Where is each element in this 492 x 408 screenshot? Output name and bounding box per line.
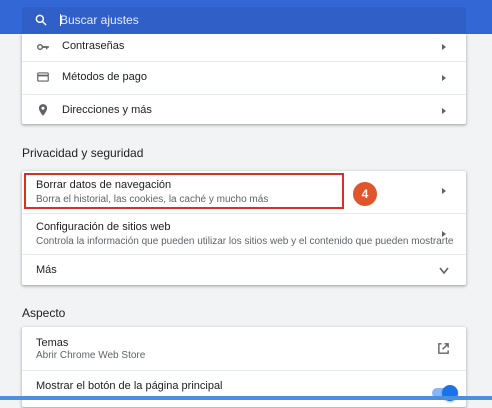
row-label: Temas bbox=[36, 337, 69, 349]
row-label: Más bbox=[36, 264, 57, 276]
arrow-right-icon[interactable] bbox=[442, 231, 446, 237]
row-addresses[interactable]: Direcciones y más bbox=[22, 94, 466, 125]
row-clear-browsing-data[interactable]: Borrar datos de navegación Borra el hist… bbox=[22, 171, 466, 212]
privacy-card: Borrar datos de navegación Borra el hist… bbox=[22, 171, 466, 285]
step-badge: 4 bbox=[353, 182, 377, 206]
search-icon[interactable] bbox=[34, 13, 48, 27]
arrow-right-icon[interactable] bbox=[442, 188, 446, 194]
row-label: Mostrar el botón de la página principal bbox=[36, 380, 223, 392]
section-title-appearance: Aspecto bbox=[22, 306, 66, 320]
row-payment-methods[interactable]: Métodos de pago bbox=[22, 61, 466, 93]
row-label: Direcciones y más bbox=[62, 104, 152, 116]
highlight-box bbox=[24, 173, 344, 209]
arrow-right-icon[interactable] bbox=[442, 108, 446, 114]
row-label: Contraseñas bbox=[62, 40, 125, 52]
text-cursor bbox=[60, 14, 61, 26]
location-pin-icon bbox=[38, 104, 48, 116]
row-label: Métodos de pago bbox=[62, 71, 148, 83]
row-passwords[interactable]: Contraseñas bbox=[22, 34, 466, 59]
row-sublabel: Abrir Chrome Web Store bbox=[36, 350, 146, 361]
credit-card-icon bbox=[37, 72, 49, 82]
arrow-right-icon[interactable] bbox=[442, 75, 446, 81]
row-show-home-button[interactable]: Mostrar el botón de la página principal bbox=[22, 370, 466, 408]
external-link-icon[interactable] bbox=[437, 342, 450, 355]
arrow-right-icon[interactable] bbox=[442, 44, 446, 50]
settings-header bbox=[0, 0, 492, 34]
row-site-settings[interactable]: Configuración de sitios web Controla la … bbox=[22, 213, 466, 254]
row-label: Configuración de sitios web bbox=[36, 221, 171, 233]
autofill-card: Contraseñas Métodos de pago Direcciones … bbox=[22, 34, 466, 124]
section-title-privacy: Privacidad y seguridad bbox=[22, 146, 144, 160]
key-icon bbox=[37, 43, 49, 51]
window-bottom-edge bbox=[0, 396, 492, 400]
appearance-card: Temas Abrir Chrome Web Store Mostrar el … bbox=[22, 327, 466, 407]
row-more[interactable]: Más bbox=[22, 254, 466, 286]
search-input[interactable] bbox=[60, 9, 456, 31]
chevron-down-icon[interactable] bbox=[438, 266, 450, 276]
row-sublabel: Controla la información que pueden utili… bbox=[36, 236, 454, 247]
row-themes[interactable]: Temas Abrir Chrome Web Store bbox=[22, 327, 466, 369]
search-bar[interactable] bbox=[22, 7, 466, 33]
